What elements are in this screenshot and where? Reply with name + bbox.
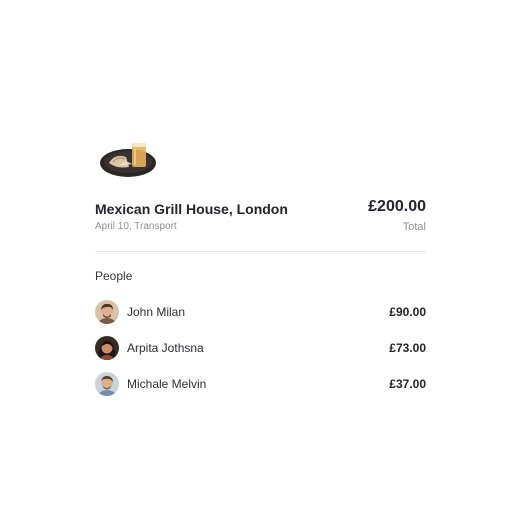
person-row[interactable]: John Milan £90.00 <box>95 300 426 324</box>
person-row[interactable]: Michale Melvin £37.00 <box>95 372 426 396</box>
total-label: Total <box>402 221 426 233</box>
person-row[interactable]: Arpita Jothsna £73.00 <box>95 336 426 360</box>
total-amount: £200.00 <box>368 198 426 215</box>
people-section-title: People <box>95 269 133 283</box>
person-name: Michale Melvin <box>127 377 207 391</box>
person-name: Arpita Jothsna <box>127 341 204 355</box>
merchant-name: Mexican Grill House, London <box>95 201 288 217</box>
avatar-michale-melvin <box>95 372 119 396</box>
expense-detail-card: Mexican Grill House, London April 10, Tr… <box>95 0 426 520</box>
person-amount: £90.00 <box>389 305 426 319</box>
expense-date-category: April 10, Transport <box>95 221 177 232</box>
avatar-arpita-jothsna <box>95 336 119 360</box>
person-amount: £73.00 <box>389 341 426 355</box>
food-plate-image <box>99 137 157 181</box>
person-name: John Milan <box>127 305 186 319</box>
expense-header: Mexican Grill House, London April 10, Tr… <box>95 198 426 238</box>
avatar-john-milan <box>95 300 119 324</box>
person-amount: £37.00 <box>389 377 426 391</box>
divider <box>95 251 426 252</box>
